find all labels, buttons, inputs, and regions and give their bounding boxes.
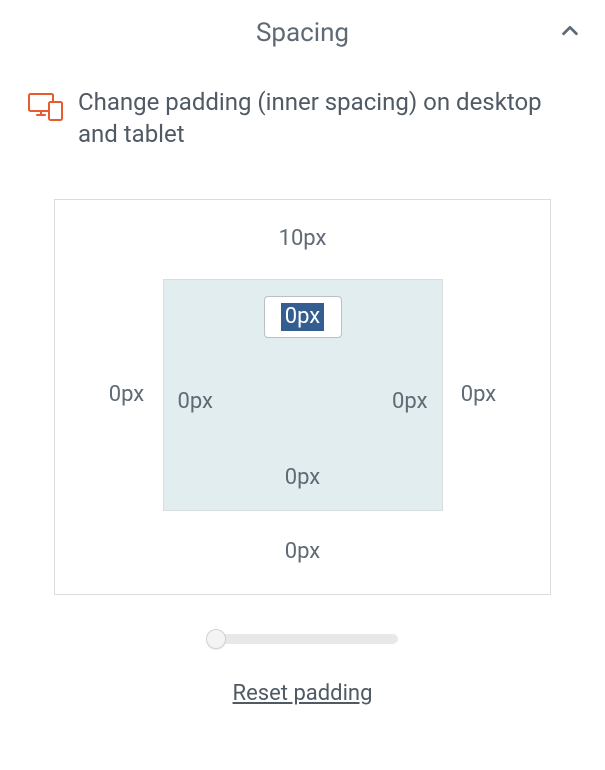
padding-right-value[interactable]: 0px xyxy=(392,389,427,414)
padding-left-value[interactable]: 0px xyxy=(178,389,213,414)
padding-box: 0px 0px 0px 0px xyxy=(163,279,443,511)
padding-slider[interactable] xyxy=(208,631,398,647)
reset-row: Reset padding xyxy=(24,681,581,706)
padding-top-input[interactable]: 0px xyxy=(264,296,342,338)
panel-header[interactable]: Spacing xyxy=(24,18,581,48)
slider-thumb[interactable] xyxy=(206,629,226,649)
slider-row xyxy=(24,631,581,647)
chevron-up-icon[interactable] xyxy=(559,20,581,46)
devices-icon xyxy=(28,92,64,126)
padding-top-value[interactable]: 0px xyxy=(281,303,324,331)
padding-bottom-value[interactable]: 0px xyxy=(285,465,320,490)
margin-top-value[interactable]: 10px xyxy=(69,226,536,251)
padding-middle-row: 0px 0px xyxy=(178,389,428,414)
panel-title: Spacing xyxy=(256,18,349,48)
spacing-panel: Spacing Change padding (inner spacing) o… xyxy=(0,0,605,736)
box-model-editor: 10px 0px 0px 0px 0px 0px 0px 0px xyxy=(54,199,551,595)
margin-left-value[interactable]: 0px xyxy=(91,382,163,407)
margin-bottom-value[interactable]: 0px xyxy=(69,539,536,564)
slider-track xyxy=(208,634,398,644)
description-text: Change padding (inner spacing) on deskto… xyxy=(78,86,577,151)
reset-padding-link[interactable]: Reset padding xyxy=(233,681,373,706)
box-model-middle: 0px 0px 0px 0px 0px 0px xyxy=(69,279,536,511)
description-row: Change padding (inner spacing) on deskto… xyxy=(24,86,581,151)
margin-right-value[interactable]: 0px xyxy=(443,382,515,407)
